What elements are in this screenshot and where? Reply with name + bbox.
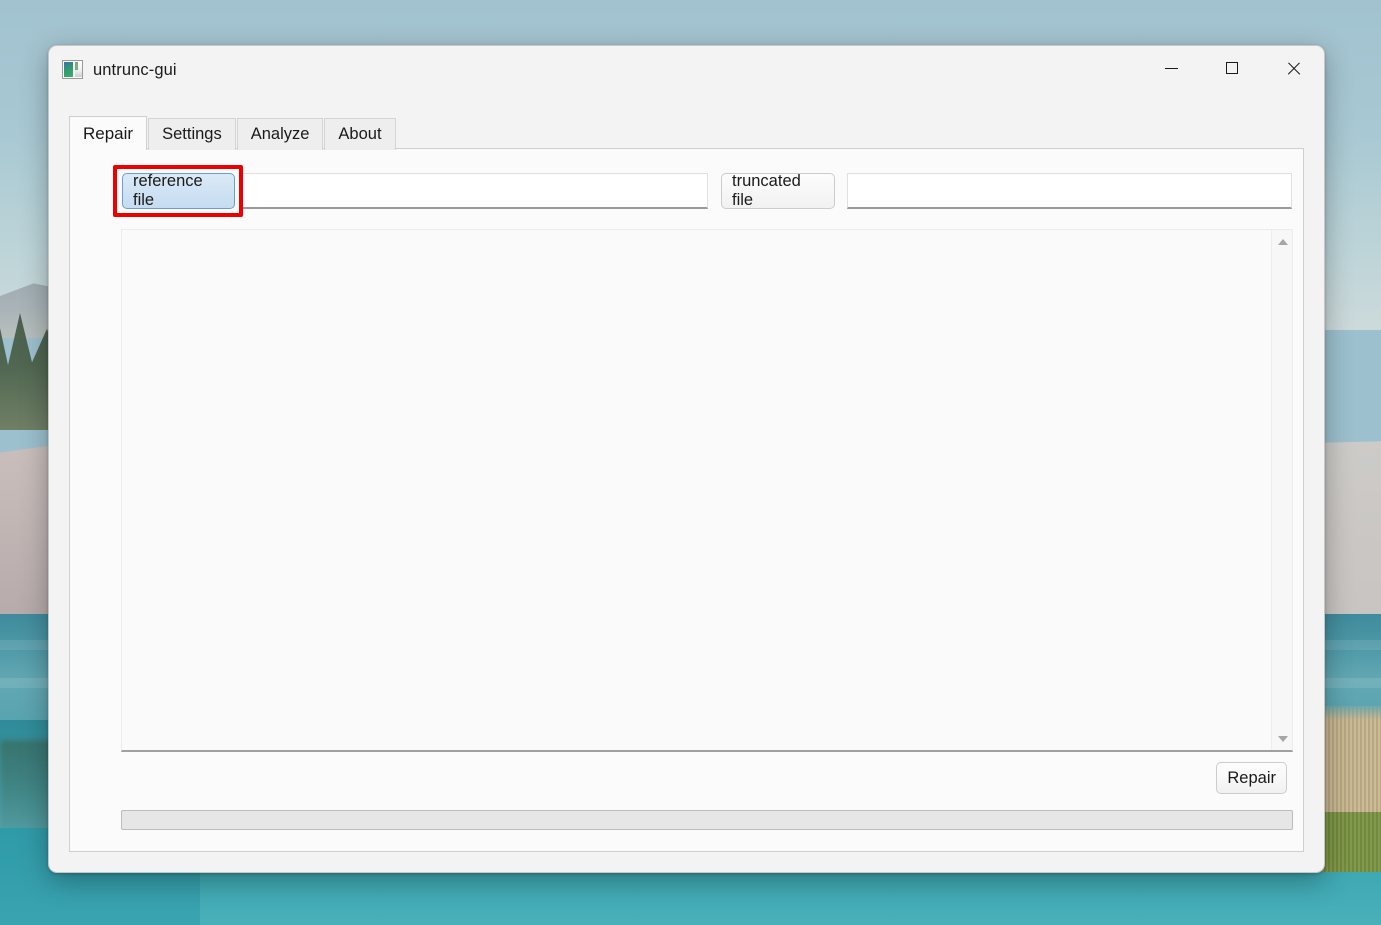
close-icon: [1286, 61, 1300, 75]
minimize-button[interactable]: [1148, 46, 1194, 90]
file-selection-row: reference file truncated file: [70, 149, 1303, 221]
wallpaper-grass: [1316, 812, 1381, 872]
maximize-icon: [1226, 62, 1238, 74]
scroll-down-button[interactable]: [1272, 728, 1293, 749]
truncated-file-button[interactable]: truncated file: [721, 172, 835, 209]
wallpaper-reeds: [1318, 706, 1381, 826]
scroll-up-icon: [1277, 238, 1288, 245]
title-bar[interactable]: untrunc-gui: [49, 46, 1324, 98]
maximize-button[interactable]: [1209, 46, 1255, 90]
tab-bar: Repair Settings Analyze About: [69, 116, 397, 150]
minimize-icon: [1164, 67, 1178, 69]
scroll-down-icon: [1277, 735, 1288, 742]
log-output-text[interactable]: [122, 230, 1270, 750]
app-window: untrunc-gui Repair Settings Analyze Abou…: [48, 45, 1325, 873]
reference-file-input[interactable]: [242, 173, 708, 209]
close-button[interactable]: [1270, 46, 1316, 90]
truncated-file-input[interactable]: [847, 173, 1292, 209]
log-scrollbar[interactable]: [1271, 230, 1292, 750]
repair-button[interactable]: Repair: [1216, 762, 1287, 794]
reference-file-button[interactable]: reference file: [122, 172, 235, 209]
scroll-up-button[interactable]: [1272, 231, 1293, 252]
log-output-area: [121, 229, 1293, 752]
window-title: untrunc-gui: [93, 61, 177, 79]
app-image-icon: [62, 60, 83, 79]
tab-settings[interactable]: Settings: [148, 118, 236, 150]
tab-about[interactable]: About: [324, 118, 396, 150]
repair-tab-panel: reference file truncated file Repair: [69, 148, 1304, 852]
tab-repair[interactable]: Repair: [69, 116, 148, 150]
tab-analyze[interactable]: Analyze: [236, 118, 324, 150]
progress-bar: [121, 810, 1293, 830]
